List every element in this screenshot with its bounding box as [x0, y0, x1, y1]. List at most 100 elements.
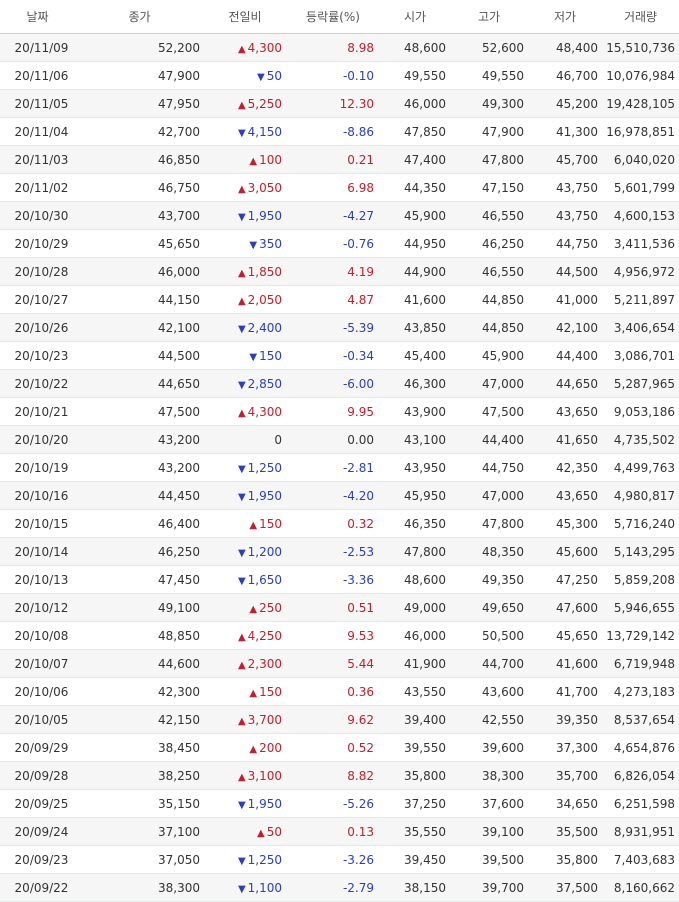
close-cell: 46,400 — [75, 509, 204, 538]
volume-cell: 5,143,295 — [602, 537, 679, 566]
high-cell: 52,600 — [450, 33, 528, 62]
rate-cell: 4.19 — [286, 257, 380, 286]
table-row: 20/09/28 38,250 ▲ 3,100 8.82 35,800 38,300 35,7… — [0, 761, 679, 790]
change-value: 2,050 — [247, 292, 282, 307]
date-cell: 20/10/07 — [0, 649, 75, 678]
change-cell: ▼ 1,250 — [204, 845, 286, 874]
change-cell: ▲ 50 — [204, 817, 286, 846]
close-cell: 43,700 — [75, 201, 204, 230]
change-cell: ▲ 4,300 — [204, 397, 286, 426]
open-cell: 45,950 — [380, 481, 450, 510]
close-cell: 43,200 — [75, 453, 204, 482]
date-cell: 20/10/23 — [0, 341, 75, 370]
rate-cell: -4.27 — [286, 201, 380, 230]
volume-cell: 5,211,897 — [602, 285, 679, 314]
up-triangle-icon: ▲ — [237, 771, 246, 783]
change-value: 2,850 — [247, 376, 282, 391]
low-cell: 43,750 — [528, 201, 602, 230]
high-cell: 44,700 — [450, 649, 528, 678]
close-cell: 44,500 — [75, 341, 204, 370]
table-row: 20/10/13 47,450 ▼ 1,650 -3.36 48,600 49,350 47,… — [0, 565, 679, 594]
rate-cell: 9.62 — [286, 705, 380, 734]
low-cell: 43,650 — [528, 481, 602, 510]
change-cell: ▼ 2,400 — [204, 313, 286, 342]
low-cell: 47,250 — [528, 565, 602, 594]
up-triangle-icon: ▲ — [237, 99, 246, 111]
close-cell: 35,150 — [75, 789, 204, 818]
high-cell: 47,000 — [450, 481, 528, 510]
change-cell: ▼ 1,250 — [204, 453, 286, 482]
volume-cell: 4,654,876 — [602, 733, 679, 762]
close-cell: 46,750 — [75, 173, 204, 202]
high-cell: 44,400 — [450, 425, 528, 454]
open-cell: 49,000 — [380, 593, 450, 622]
change-value: 1,950 — [247, 796, 282, 811]
date-cell: 20/10/22 — [0, 369, 75, 398]
volume-cell: 7,403,683 — [602, 845, 679, 874]
high-cell: 42,550 — [450, 705, 528, 734]
column-header-high: 고가 — [450, 0, 528, 34]
low-cell: 47,600 — [528, 593, 602, 622]
date-cell: 20/10/21 — [0, 397, 75, 426]
down-triangle-icon: ▼ — [237, 547, 246, 559]
up-triangle-icon: ▲ — [237, 631, 246, 643]
table-row: 20/11/04 42,700 ▼ 4,150 -8.86 47,850 47,900 41,… — [0, 117, 679, 146]
change-value: 3,050 — [247, 180, 282, 195]
rate-cell: 9.95 — [286, 397, 380, 426]
volume-cell: 5,859,208 — [602, 565, 679, 594]
high-cell: 38,300 — [450, 761, 528, 790]
rate-cell: -5.26 — [286, 789, 380, 818]
high-cell: 47,900 — [450, 117, 528, 146]
change-value: 3,700 — [247, 712, 282, 727]
date-cell: 20/09/23 — [0, 845, 75, 874]
close-cell: 47,950 — [75, 89, 204, 118]
low-cell: 44,500 — [528, 257, 602, 286]
open-cell: 43,850 — [380, 313, 450, 342]
close-cell: 46,850 — [75, 145, 204, 174]
up-triangle-icon: ▲ — [237, 715, 246, 727]
low-cell: 37,300 — [528, 733, 602, 762]
change-cell: ▲ 150 — [204, 677, 286, 706]
open-cell: 48,600 — [380, 565, 450, 594]
rate-cell: -0.10 — [286, 61, 380, 90]
change-cell: ▲ 4,300 — [204, 33, 286, 62]
table-row: 20/10/12 49,100 ▲ 250 0.51 49,000 49,650 47,600… — [0, 593, 679, 622]
open-cell: 39,450 — [380, 845, 450, 874]
high-cell: 39,600 — [450, 733, 528, 762]
change-value: 250 — [259, 600, 282, 615]
low-cell: 37,500 — [528, 873, 602, 902]
high-cell: 48,350 — [450, 537, 528, 566]
volume-cell: 5,601,799 — [602, 173, 679, 202]
date-cell: 20/10/08 — [0, 621, 75, 650]
down-triangle-icon: ▼ — [237, 379, 246, 391]
open-cell: 44,350 — [380, 173, 450, 202]
open-cell: 39,550 — [380, 733, 450, 762]
table-row: 20/10/22 44,650 ▼ 2,850 -6.00 46,300 47,000 44,… — [0, 369, 679, 398]
date-cell: 20/10/27 — [0, 285, 75, 314]
date-cell: 20/11/03 — [0, 145, 75, 174]
volume-cell: 8,537,654 — [602, 705, 679, 734]
volume-cell: 13,729,142 — [602, 621, 679, 650]
high-cell: 47,000 — [450, 369, 528, 398]
low-cell: 45,300 — [528, 509, 602, 538]
date-cell: 20/11/05 — [0, 89, 75, 118]
table-row: 20/10/16 44,450 ▼ 1,950 -4.20 45,950 47,000 43,… — [0, 481, 679, 510]
high-cell: 44,850 — [450, 285, 528, 314]
volume-cell: 4,600,153 — [602, 201, 679, 230]
open-cell: 44,900 — [380, 257, 450, 286]
open-cell: 38,150 — [380, 873, 450, 902]
rate-cell: -2.53 — [286, 537, 380, 566]
low-cell: 44,750 — [528, 229, 602, 258]
high-cell: 45,900 — [450, 341, 528, 370]
high-cell: 44,750 — [450, 453, 528, 482]
close-cell: 46,000 — [75, 257, 204, 286]
volume-cell: 4,735,502 — [602, 425, 679, 454]
volume-cell: 6,251,598 — [602, 789, 679, 818]
down-triangle-icon: ▼ — [237, 127, 246, 139]
down-triangle-icon: ▼ — [249, 239, 258, 251]
high-cell: 47,500 — [450, 397, 528, 426]
date-cell: 20/10/15 — [0, 509, 75, 538]
up-triangle-icon: ▲ — [237, 407, 246, 419]
volume-cell: 5,287,965 — [602, 369, 679, 398]
change-cell: ▲ 2,300 — [204, 649, 286, 678]
